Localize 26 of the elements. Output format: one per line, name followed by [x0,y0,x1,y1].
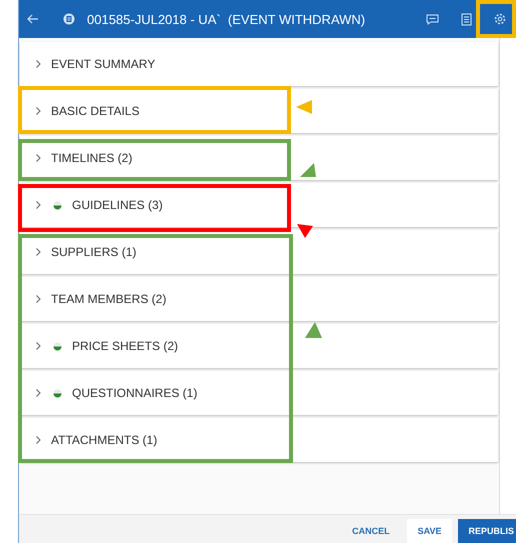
section-header[interactable]: ATTACHMENTS (1) [20,418,498,462]
cancel-button[interactable]: CANCEL [341,519,401,543]
republish-button[interactable]: REPUBLIS [458,519,516,543]
chevron-right-icon [36,107,41,115]
comment-icon[interactable] [426,14,439,24]
chevron-right-icon [36,60,41,68]
chevron-right-icon [36,154,41,162]
back-arrow-icon[interactable] [27,14,39,24]
section-header[interactable]: EVENT SUMMARY [20,42,498,86]
chevron-right-icon [36,248,41,256]
window-title: 001585-JUL2018 - UA` (EVENT WITHDRAWN) [87,12,366,26]
section-header[interactable]: QUESTIONNAIRES (1) [20,371,498,415]
save-button[interactable]: SAVE [406,519,452,543]
chevron-right-icon [36,201,41,209]
chevron-right-icon [36,342,41,350]
chevron-right-icon [36,389,41,397]
document-icon [63,13,75,25]
section-header[interactable]: GUIDELINES (3) [20,183,498,227]
section-header[interactable]: TEAM MEMBERS (2) [20,277,498,321]
section-header[interactable]: SUPPLIERS (1) [20,230,498,274]
list-document-icon[interactable] [461,12,472,26]
chevron-right-icon [36,436,41,444]
chevron-right-icon [36,295,41,303]
settings-icon[interactable] [494,13,506,25]
section-header[interactable]: BASIC DETAILS [20,89,498,133]
section-header[interactable]: PRICE SHEETS (2) [20,324,498,368]
